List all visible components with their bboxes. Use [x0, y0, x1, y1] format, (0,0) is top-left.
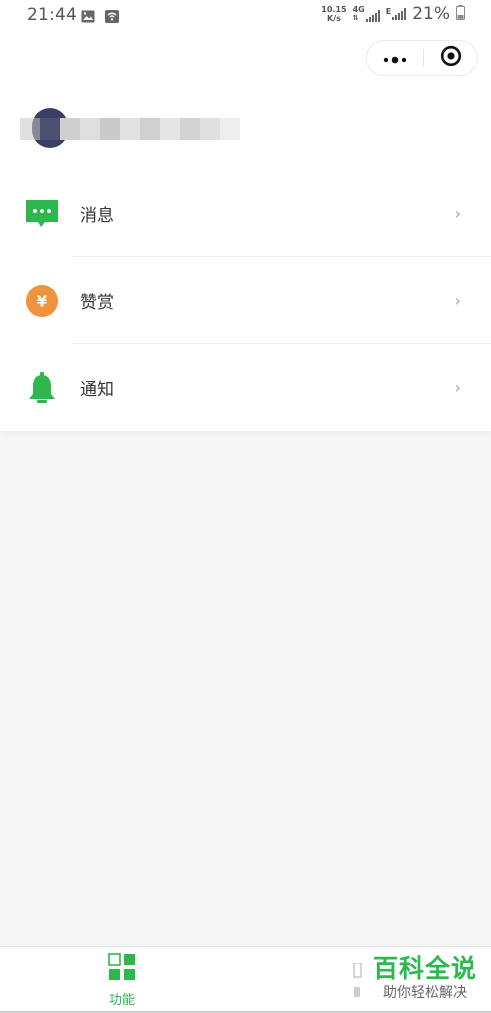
svg-text:¥: ¥ [37, 292, 48, 310]
chevron-right-icon: › [454, 204, 461, 223]
target-icon [440, 45, 462, 71]
menu-list: 消息 › ¥ 赞赏 › 通知 › [0, 170, 491, 431]
status-icons-left [81, 8, 119, 27]
menu-item-label: 通知 [80, 380, 114, 400]
more-button[interactable] [367, 41, 423, 75]
grid-icon [108, 953, 136, 985]
close-button[interactable] [424, 41, 478, 75]
chevron-right-icon: › [454, 291, 461, 310]
menu-item-label: 消息 [80, 206, 114, 226]
username-blurred [20, 118, 240, 140]
mini-program-capsule [366, 40, 478, 76]
status-bar: 21:44 10.15 K/s 4G ⇅ E 21% [0, 0, 491, 30]
chevron-right-icon: › [454, 378, 461, 397]
menu-item-reward[interactable]: ¥ 赞赏 › [0, 257, 491, 344]
user-profile[interactable] [20, 108, 240, 148]
network-speed: 10.15 K/s [321, 5, 346, 23]
menu-item-label: 赞赏 [80, 293, 114, 313]
network-speed-value: 10.15 [321, 5, 347, 14]
header [0, 30, 491, 170]
battery-icon [456, 4, 465, 24]
status-right: 10.15 K/s 4G ⇅ E 21% [321, 4, 465, 24]
menu-item-notifications[interactable]: 通知 › [0, 344, 491, 431]
signal-e-icon: E [385, 7, 407, 20]
tab-label: 功能 [108, 993, 135, 1008]
wifi-icon [105, 8, 119, 27]
page: 21:44 10.15 K/s 4G ⇅ E 21% 消息 › ¥ 赞赏 › 通… [0, 0, 491, 1013]
watermark-title: 百科全说 [372, 954, 477, 983]
yuan-coin-icon: ¥ [24, 283, 60, 319]
message-icon [24, 196, 60, 232]
battery-percent: 21% [412, 4, 450, 24]
signal-4g-icon: 4G ⇅ [353, 6, 380, 22]
tab-second-partial[interactable] [350, 962, 362, 999]
bell-icon [24, 370, 60, 406]
watermark-subtitle: 助你轻松解决 [383, 985, 467, 1001]
network-4g-label: 4G [352, 5, 365, 14]
network-speed-unit: K/s [326, 14, 341, 23]
network-e-label: E [385, 7, 392, 16]
watermark: 百科全说 助你轻松解决 [366, 954, 484, 1006]
menu-item-messages[interactable]: 消息 › [0, 170, 491, 257]
image-icon [81, 8, 95, 27]
tab-functions[interactable]: 功能 [90, 953, 154, 1009]
status-time: 21:44 [27, 5, 77, 25]
more-dots-icon [382, 49, 408, 68]
